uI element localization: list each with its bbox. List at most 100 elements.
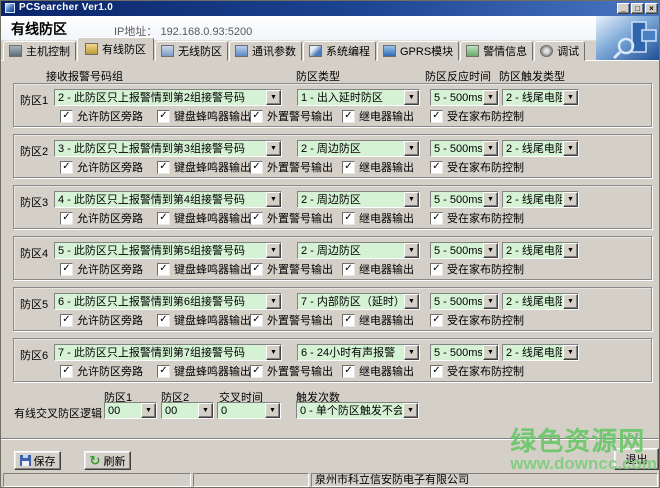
cross-zone1-select[interactable]: 00 ▼ — [104, 402, 157, 419]
cross-time-select[interactable]: 0 ▼ — [217, 402, 281, 419]
zone-type-select[interactable]: 2 - 周边防区 ▼ — [297, 191, 420, 208]
dropdown-arrow-icon[interactable]: ▼ — [483, 141, 498, 156]
dropdown-arrow-icon[interactable]: ▼ — [404, 294, 419, 309]
trigger-type-select[interactable]: 2 - 线尾电阻 ▼ — [502, 242, 579, 259]
checkbox-relay-output[interactable]: ✓ 继电器输出 — [342, 364, 414, 378]
alarm-group-select[interactable]: 6 - 此防区只上报警情到第6组接警号码 ▼ — [54, 293, 282, 310]
dropdown-arrow-icon[interactable]: ▼ — [266, 345, 281, 360]
checkbox-relay-output[interactable]: ✓ 继电器输出 — [342, 109, 414, 123]
zone-type-select[interactable]: 2 - 周边防区 ▼ — [297, 242, 420, 259]
checkbox-relay-output[interactable]: ✓ 继电器输出 — [342, 262, 414, 276]
checkbox-keypad-buzzer[interactable]: ✓ 键盘蜂鸣器输出 — [157, 313, 251, 327]
tab[interactable]: 无线防区 — [155, 41, 228, 61]
checkbox-checked-icon[interactable]: ✓ — [60, 161, 73, 174]
tab[interactable]: 系统编程 — [303, 41, 376, 61]
checkbox-external-siren[interactable]: ✓ 外置警号输出 — [250, 160, 333, 174]
checkbox-checked-icon[interactable]: ✓ — [342, 314, 355, 327]
checkbox-checked-icon[interactable]: ✓ — [60, 365, 73, 378]
checkbox-external-siren[interactable]: ✓ 外置警号输出 — [250, 109, 333, 123]
dropdown-arrow-icon[interactable]: ▼ — [483, 90, 498, 105]
checkbox-relay-output[interactable]: ✓ 继电器输出 — [342, 211, 414, 225]
exit-button[interactable]: 退出 — [614, 448, 659, 470]
dropdown-arrow-icon[interactable]: ▼ — [404, 345, 419, 360]
checkbox-allow-bypass[interactable]: ✓ 允许防区旁路 — [60, 364, 143, 378]
dropdown-arrow-icon[interactable]: ▼ — [403, 403, 418, 418]
checkbox-checked-icon[interactable]: ✓ — [430, 110, 443, 123]
cross-zone2-select[interactable]: 00 ▼ — [161, 402, 214, 419]
dropdown-arrow-icon[interactable]: ▼ — [404, 243, 419, 258]
checkbox-checked-icon[interactable]: ✓ — [342, 365, 355, 378]
tab[interactable]: 主机控制 — [3, 41, 76, 61]
checkbox-allow-bypass[interactable]: ✓ 允许防区旁路 — [60, 262, 143, 276]
trigger-type-select[interactable]: 2 - 线尾电阻 ▼ — [502, 191, 579, 208]
response-time-select[interactable]: 5 - 500ms ▼ — [430, 191, 499, 208]
checkbox-allow-bypass[interactable]: ✓ 允许防区旁路 — [60, 313, 143, 327]
dropdown-arrow-icon[interactable]: ▼ — [141, 403, 156, 418]
dropdown-arrow-icon[interactable]: ▼ — [563, 141, 578, 156]
checkbox-checked-icon[interactable]: ✓ — [60, 314, 73, 327]
checkbox-checked-icon[interactable]: ✓ — [342, 263, 355, 276]
response-time-select[interactable]: 5 - 500ms ▼ — [430, 242, 499, 259]
dropdown-arrow-icon[interactable]: ▼ — [563, 345, 578, 360]
checkbox-checked-icon[interactable]: ✓ — [250, 365, 263, 378]
minimize-button[interactable]: _ — [617, 3, 630, 14]
checkbox-external-siren[interactable]: ✓ 外置警号输出 — [250, 211, 333, 225]
checkbox-checked-icon[interactable]: ✓ — [250, 161, 263, 174]
checkbox-checked-icon[interactable]: ✓ — [250, 212, 263, 225]
maximize-button[interactable]: □ — [631, 3, 644, 14]
alarm-group-select[interactable]: 3 - 此防区只上报警情到第3组接警号码 ▼ — [54, 140, 282, 157]
checkbox-checked-icon[interactable]: ✓ — [430, 263, 443, 276]
zone-type-select[interactable]: 6 - 24小时有声报警 ▼ — [297, 344, 420, 361]
checkbox-home-arm-control[interactable]: ✓ 受在家布防控制 — [430, 109, 524, 123]
zone-type-select[interactable]: 7 - 内部防区（延时） ▼ — [297, 293, 420, 310]
checkbox-checked-icon[interactable]: ✓ — [60, 212, 73, 225]
alarm-group-select[interactable]: 7 - 此防区只上报警情到第7组接警号码 ▼ — [54, 344, 282, 361]
checkbox-allow-bypass[interactable]: ✓ 允许防区旁路 — [60, 160, 143, 174]
dropdown-arrow-icon[interactable]: ▼ — [266, 294, 281, 309]
checkbox-checked-icon[interactable]: ✓ — [430, 314, 443, 327]
checkbox-external-siren[interactable]: ✓ 外置警号输出 — [250, 364, 333, 378]
dropdown-arrow-icon[interactable]: ▼ — [265, 403, 280, 418]
checkbox-home-arm-control[interactable]: ✓ 受在家布防控制 — [430, 364, 524, 378]
trigger-type-select[interactable]: 2 - 线尾电阻 ▼ — [502, 293, 579, 310]
response-time-select[interactable]: 5 - 500ms ▼ — [430, 140, 499, 157]
checkbox-checked-icon[interactable]: ✓ — [342, 161, 355, 174]
dropdown-arrow-icon[interactable]: ▼ — [404, 192, 419, 207]
checkbox-checked-icon[interactable]: ✓ — [430, 365, 443, 378]
dropdown-arrow-icon[interactable]: ▼ — [198, 403, 213, 418]
checkbox-checked-icon[interactable]: ✓ — [250, 314, 263, 327]
checkbox-allow-bypass[interactable]: ✓ 允许防区旁路 — [60, 109, 143, 123]
trigger-count-select[interactable]: 0 - 单个防区触发不会产 ▼ — [296, 402, 419, 419]
tab[interactable]: 通讯参数 — [229, 41, 302, 61]
checkbox-checked-icon[interactable]: ✓ — [60, 110, 73, 123]
dropdown-arrow-icon[interactable]: ▼ — [404, 141, 419, 156]
dropdown-arrow-icon[interactable]: ▼ — [563, 90, 578, 105]
checkbox-allow-bypass[interactable]: ✓ 允许防区旁路 — [60, 211, 143, 225]
checkbox-checked-icon[interactable]: ✓ — [157, 314, 170, 327]
checkbox-relay-output[interactable]: ✓ 继电器输出 — [342, 160, 414, 174]
dropdown-arrow-icon[interactable]: ▼ — [266, 141, 281, 156]
zone-type-select[interactable]: 2 - 周边防区 ▼ — [297, 140, 420, 157]
save-button[interactable]: 保存 — [14, 451, 61, 470]
checkbox-checked-icon[interactable]: ✓ — [157, 365, 170, 378]
response-time-select[interactable]: 5 - 500ms ▼ — [430, 89, 499, 106]
dropdown-arrow-icon[interactable]: ▼ — [483, 243, 498, 258]
checkbox-checked-icon[interactable]: ✓ — [250, 110, 263, 123]
checkbox-home-arm-control[interactable]: ✓ 受在家布防控制 — [430, 160, 524, 174]
alarm-group-select[interactable]: 2 - 此防区只上报警情到第2组接警号码 ▼ — [54, 89, 282, 106]
checkbox-checked-icon[interactable]: ✓ — [157, 161, 170, 174]
dropdown-arrow-icon[interactable]: ▼ — [483, 294, 498, 309]
checkbox-home-arm-control[interactable]: ✓ 受在家布防控制 — [430, 211, 524, 225]
tab[interactable]: 调试 — [534, 41, 585, 61]
tab[interactable]: 警情信息 — [460, 41, 533, 61]
tab[interactable]: 有线防区 — [77, 37, 154, 61]
checkbox-keypad-buzzer[interactable]: ✓ 键盘蜂鸣器输出 — [157, 262, 251, 276]
dropdown-arrow-icon[interactable]: ▼ — [563, 294, 578, 309]
checkbox-external-siren[interactable]: ✓ 外置警号输出 — [250, 313, 333, 327]
refresh-button[interactable]: ↻ 刷新 — [84, 451, 131, 470]
dropdown-arrow-icon[interactable]: ▼ — [266, 243, 281, 258]
checkbox-checked-icon[interactable]: ✓ — [60, 263, 73, 276]
alarm-group-select[interactable]: 5 - 此防区只上报警情到第5组接警号码 ▼ — [54, 242, 282, 259]
checkbox-keypad-buzzer[interactable]: ✓ 键盘蜂鸣器输出 — [157, 364, 251, 378]
checkbox-checked-icon[interactable]: ✓ — [342, 110, 355, 123]
